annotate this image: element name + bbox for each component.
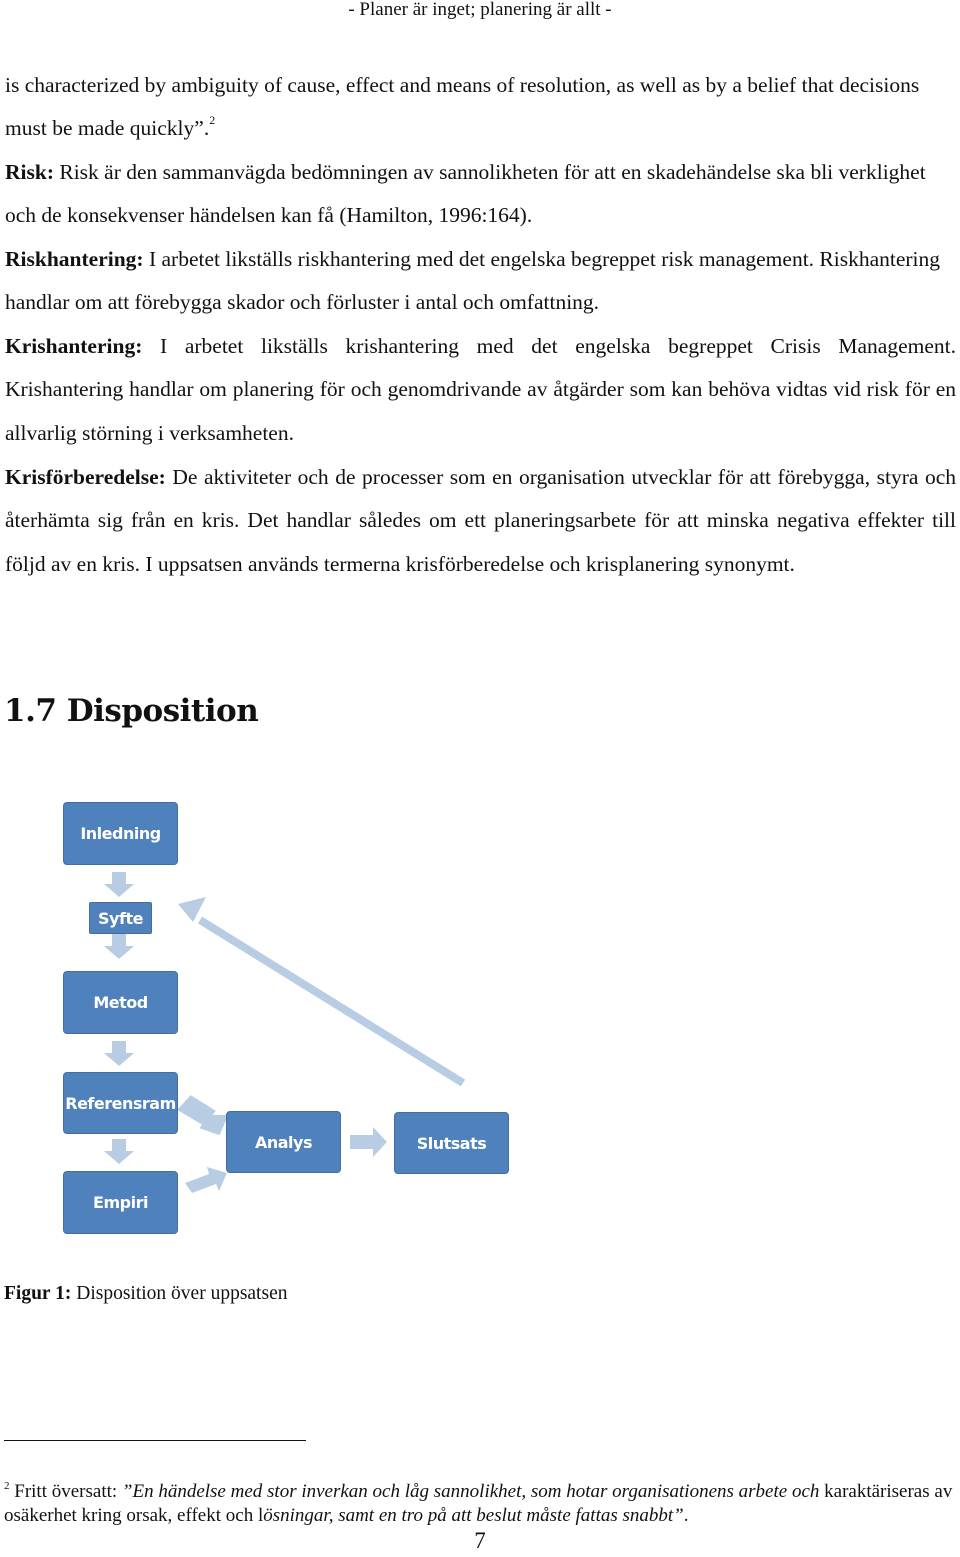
definition-krisforberedelse: Krisförberedelse: De aktiviteter och de … xyxy=(5,456,956,586)
caption-label: Figur 1: xyxy=(4,1283,72,1304)
definition-text: Risk är den sammanvägda bedömningen av s… xyxy=(5,160,926,228)
definition-text: I arbetet likställs krishantering med de… xyxy=(5,334,956,445)
definition-term: Risk: xyxy=(5,160,54,184)
node-referensram: Referensram xyxy=(63,1072,178,1134)
definition-term: Krishantering: xyxy=(5,334,143,358)
definition-term: Krisförberedelse: xyxy=(5,465,166,489)
footnote-quote-1: ”En händelse med stor inverkan och låg s… xyxy=(121,1481,825,1502)
running-header: - Planer är inget; planering är allt - xyxy=(348,0,612,20)
node-analys: Analys xyxy=(226,1111,341,1173)
definition-term: Riskhantering: xyxy=(5,247,144,271)
arrow-empiri-analys xyxy=(185,1167,227,1193)
page-number: 7 xyxy=(474,1528,486,1553)
definition-krishantering: Krishantering: I arbetet likställs krish… xyxy=(5,325,956,455)
node-empiri: Empiri xyxy=(63,1171,178,1234)
footnote-number: 2 xyxy=(4,1480,10,1492)
definition-text: I arbetet likställs riskhantering med de… xyxy=(5,247,941,315)
node-slutsats: Slutsats xyxy=(394,1112,509,1174)
arrow-slutsats-syfte xyxy=(277,780,464,883)
section-title: Disposition xyxy=(66,693,259,729)
caption-text: Disposition över uppsatsen xyxy=(71,1283,288,1304)
footnote-quote-2: ösningar, samt en tro på att beslut måst… xyxy=(263,1505,684,1526)
section-heading: 1.7 Disposition xyxy=(4,693,259,729)
arrow-metod-referensram xyxy=(104,1041,134,1066)
arrow-referensram-empiri xyxy=(104,1139,134,1164)
disposition-diagram: Inledning Syfte Metod Referensram Empiri… xyxy=(0,780,560,1250)
node-metod: Metod xyxy=(63,971,178,1034)
footnote: 2 Fritt översatt: ”En händelse med stor … xyxy=(4,1480,954,1528)
footnote-separator xyxy=(4,1440,306,1441)
continuation-text: is characterized by ambiguity of cause, … xyxy=(5,73,920,141)
section-number: 1.7 xyxy=(4,693,57,729)
definition-riskhantering: Riskhantering: I arbetet likställs riskh… xyxy=(5,238,956,325)
footnote-prefix: Fritt översatt: xyxy=(9,1481,122,1502)
footnote-ref[interactable]: 2 xyxy=(209,113,215,127)
arrow-inledning-syfte xyxy=(104,872,134,897)
feedback-arrow-shaft xyxy=(197,916,466,1087)
quote-continuation: is characterized by ambiguity of cause, … xyxy=(5,64,956,151)
node-syfte: Syfte xyxy=(89,902,152,934)
definition-risk: Risk: Risk är den sammanvägda bedömninge… xyxy=(5,151,956,238)
figure-caption: Figur 1: Disposition över uppsatsen xyxy=(4,1283,287,1305)
arrow-syfte-metod xyxy=(104,932,134,959)
footnote-suffix: . xyxy=(683,1505,689,1526)
arrow-analys-slutsats xyxy=(350,1127,387,1157)
node-inledning: Inledning xyxy=(63,802,178,865)
